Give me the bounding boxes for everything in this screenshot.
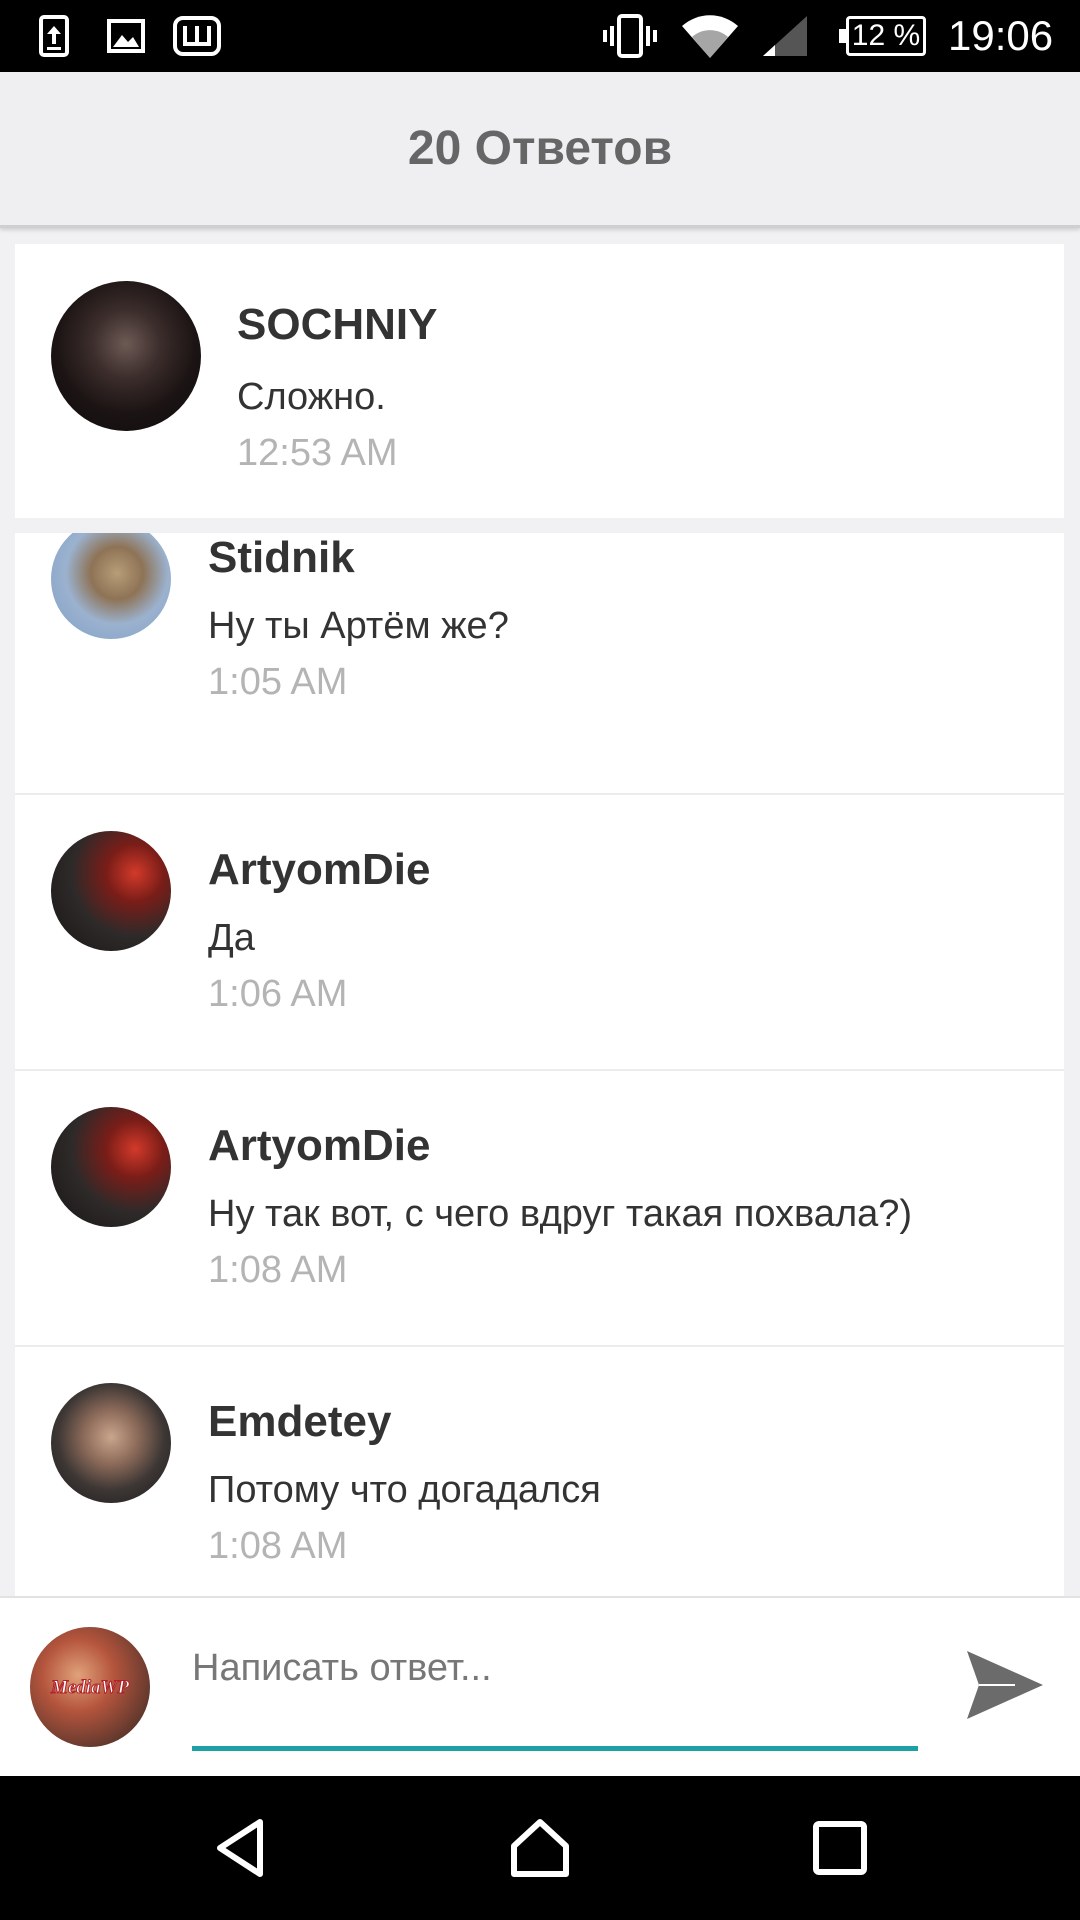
recents-icon — [813, 1821, 867, 1875]
comment-time: 1:05 AM — [208, 661, 348, 703]
app-header: 20 Ответов — [0, 72, 1080, 228]
clock: 19:06 — [948, 12, 1054, 59]
comment-text: Ну так вот, с чего вдруг такая похвала?) — [208, 1193, 913, 1235]
replies-list[interactable]: Stidnik Ну ты Артём же? 1:05 AM ArtyomDi… — [15, 533, 1064, 1596]
comment-time: 1:06 AM — [208, 973, 348, 1015]
status-bar: 12 % 19:06 — [0, 0, 1080, 72]
comment-text: Потому что догадался — [208, 1469, 601, 1511]
avatar[interactable]: MediaWP — [30, 1627, 150, 1747]
comment-text: Сложно. — [237, 376, 386, 418]
battery-indicator: 12 % — [839, 16, 926, 56]
back-button[interactable] — [200, 1808, 280, 1888]
wifi-icon — [680, 14, 740, 58]
reply-input[interactable] — [192, 1628, 918, 1708]
avatar[interactable] — [51, 533, 171, 639]
vibrate-icon — [602, 14, 658, 58]
comment-time: 1:08 AM — [208, 1525, 348, 1567]
comment-text: Да — [208, 917, 255, 959]
avatar[interactable] — [51, 281, 201, 431]
list-item[interactable]: ArtyomDie Ну так вот, с чего вдруг такая… — [15, 1071, 1064, 1347]
send-icon — [967, 1651, 1043, 1719]
home-icon — [511, 1819, 569, 1877]
comment-author[interactable]: Stidnik — [208, 533, 355, 583]
avatar[interactable] — [51, 1383, 171, 1503]
list-item[interactable]: Emdetey Потому что догадался 1:08 AM — [15, 1347, 1064, 1596]
back-icon — [217, 1819, 263, 1877]
comment-author[interactable]: SOCHNIY — [237, 300, 437, 350]
comment-time: 1:08 AM — [208, 1249, 348, 1291]
home-button[interactable] — [500, 1808, 580, 1888]
comment-author[interactable]: ArtyomDie — [208, 845, 431, 895]
app-sh-icon — [172, 14, 222, 58]
image-icon — [106, 14, 146, 58]
list-item[interactable]: Stidnik Ну ты Артём же? 1:05 AM — [15, 533, 1064, 795]
comment-author[interactable]: Emdetey — [208, 1397, 391, 1447]
comment-text: Ну ты Артём же? — [208, 605, 509, 647]
send-button[interactable] — [960, 1640, 1050, 1730]
avatar-label: MediaWP — [50, 1677, 130, 1698]
avatar[interactable] — [51, 1107, 171, 1227]
parent-comment[interactable]: SOCHNIY Сложно. 12:53 AM — [15, 244, 1064, 518]
signal-icon — [760, 14, 810, 58]
upload-icon — [36, 14, 72, 58]
list-item[interactable]: ArtyomDie Да 1:06 AM — [15, 795, 1064, 1071]
recents-button[interactable] — [800, 1808, 880, 1888]
comment-time: 12:53 AM — [237, 432, 398, 474]
input-underline — [192, 1746, 918, 1751]
comment-author[interactable]: ArtyomDie — [208, 1121, 431, 1171]
navigation-bar — [0, 1776, 1080, 1920]
page-title: 20 Ответов — [407, 122, 673, 175]
avatar[interactable] — [51, 831, 171, 951]
reply-composer: MediaWP — [0, 1596, 1080, 1776]
